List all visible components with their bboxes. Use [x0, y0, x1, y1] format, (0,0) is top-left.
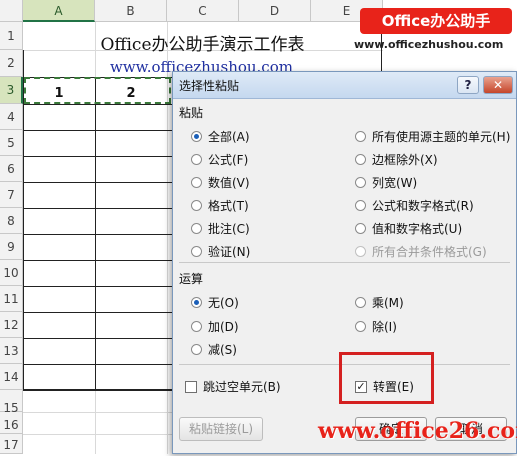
row-header-10[interactable]: 10 [0, 260, 23, 286]
column-header-d[interactable]: D [239, 0, 311, 22]
row-header-11[interactable]: 11 [0, 286, 23, 312]
row-header-15[interactable]: 15 [0, 390, 23, 415]
paste-option-formulas-number-formats[interactable]: 公式和数字格式(R) [355, 197, 474, 215]
row-header-5[interactable]: 5 [0, 130, 23, 156]
brand-logo: Office办公助手 [360, 8, 512, 34]
brand-url: www.officezhushou.com [354, 38, 504, 51]
radio-icon [355, 154, 366, 165]
paste-option-values-number-formats[interactable]: 值和数字格式(U) [355, 220, 462, 238]
radio-icon [191, 154, 202, 165]
operation-option-none[interactable]: 无(O) [191, 294, 239, 312]
radio-icon [355, 321, 366, 332]
paste-option-all[interactable]: 全部(A) [191, 128, 250, 146]
grid-line [23, 434, 183, 435]
operation-option-subtract[interactable]: 减(S) [191, 341, 237, 359]
table-border [23, 104, 173, 105]
table-border [23, 312, 173, 313]
site-watermark: www.office26.com [318, 418, 517, 444]
radio-icon [355, 223, 366, 234]
column-header-a[interactable]: A [23, 0, 95, 22]
table-border [23, 208, 173, 209]
radio-selected-icon [191, 297, 202, 308]
help-button[interactable]: ? [457, 76, 479, 94]
table-border [23, 364, 173, 365]
sheet-title-cell[interactable]: Office办公助手演示工作表 [24, 30, 381, 55]
row-header-7[interactable]: 7 [0, 182, 23, 208]
row-header-9[interactable]: 9 [0, 234, 23, 260]
radio-icon [191, 344, 202, 355]
paste-option-comments[interactable]: 批注(C) [191, 220, 250, 238]
table-border [23, 156, 173, 157]
row-header-2[interactable]: 2 [0, 50, 23, 77]
row-header-16[interactable]: 16 [0, 412, 23, 434]
row-header-3[interactable]: 3 [0, 77, 23, 104]
paste-link-button: 粘贴链接(L) [179, 417, 263, 441]
radio-icon [191, 177, 202, 188]
operation-option-multiply[interactable]: 乘(M) [355, 294, 404, 312]
radio-icon [355, 246, 366, 257]
row-header-8[interactable]: 8 [0, 208, 23, 234]
radio-icon [355, 177, 366, 188]
operation-option-add[interactable]: 加(D) [191, 318, 239, 336]
close-button[interactable]: ✕ [483, 76, 513, 94]
dialog-title: 选择性粘贴 [179, 79, 240, 93]
row-header-13[interactable]: 13 [0, 338, 23, 364]
select-all-corner[interactable] [0, 0, 23, 22]
paste-option-formulas[interactable]: 公式(F) [191, 151, 248, 169]
skip-blanks-checkbox[interactable]: 跳过空单元(B) [185, 378, 281, 396]
radio-icon [191, 246, 202, 257]
row-header-4[interactable]: 4 [0, 104, 23, 130]
table-border [23, 260, 173, 261]
paste-option-no-borders[interactable]: 边框除外(X) [355, 151, 438, 169]
table-border [23, 182, 173, 183]
cell-a3[interactable]: 1 [24, 86, 94, 101]
row-header-1[interactable]: 1 [0, 22, 23, 50]
table-border [23, 338, 173, 339]
table-border [23, 130, 173, 131]
table-border [23, 234, 173, 235]
grid-line [23, 412, 183, 413]
section-divider [179, 262, 510, 263]
dialog-titlebar[interactable]: 选择性粘贴 ? ✕ [173, 72, 516, 99]
column-header-b[interactable]: B [95, 0, 167, 22]
paste-option-validation[interactable]: 验证(N) [191, 243, 250, 261]
radio-icon [355, 131, 366, 142]
radio-icon [191, 223, 202, 234]
radio-selected-icon [191, 131, 202, 142]
radio-icon [355, 297, 366, 308]
paste-option-values[interactable]: 数值(V) [191, 174, 250, 192]
radio-icon [191, 321, 202, 332]
operation-option-divide[interactable]: 除(I) [355, 318, 397, 336]
paste-option-source-theme[interactable]: 所有使用源主题的单元(H) [355, 128, 510, 146]
operation-section-label: 运算 [179, 272, 204, 286]
radio-icon [355, 200, 366, 211]
transpose-highlight-box [339, 352, 434, 404]
row-header-14[interactable]: 14 [0, 364, 23, 390]
paste-section-label: 粘贴 [179, 106, 204, 120]
row-header-12[interactable]: 12 [0, 312, 23, 338]
paste-option-column-widths[interactable]: 列宽(W) [355, 174, 417, 192]
table-border [23, 389, 173, 391]
radio-icon [191, 200, 202, 211]
cell-b3[interactable]: 2 [96, 86, 166, 101]
paste-option-formats[interactable]: 格式(T) [191, 197, 249, 215]
column-header-c[interactable]: C [167, 0, 239, 22]
row-header-6[interactable]: 6 [0, 156, 23, 182]
table-border [23, 286, 173, 287]
paste-option-merge-conditional-formats: 所有合并条件格式(G) [355, 243, 487, 261]
checkbox-icon [185, 380, 197, 393]
row-header-17[interactable]: 17 [0, 434, 23, 454]
